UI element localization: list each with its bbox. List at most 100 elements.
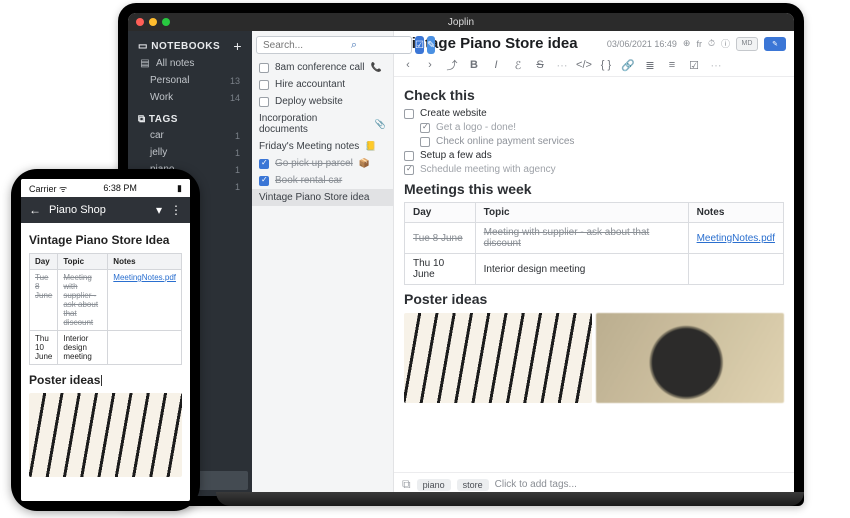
todo-checkbox[interactable] bbox=[259, 97, 269, 107]
globe-icon[interactable]: ⊕ bbox=[683, 38, 691, 49]
table-row: Thu10JuneInterior design meeting bbox=[30, 331, 182, 365]
strike-button[interactable]: S bbox=[534, 59, 546, 71]
notebook-icon: ▭ NOTEBOOKS bbox=[138, 41, 220, 52]
highlight-button[interactable]: ℰ bbox=[512, 59, 524, 72]
sidebar-tag-jelly[interactable]: jelly1 bbox=[132, 144, 248, 161]
spellcheck-language[interactable]: fr bbox=[696, 39, 702, 49]
checkbox-icon[interactable] bbox=[404, 151, 414, 161]
todo-checkbox[interactable] bbox=[259, 80, 269, 90]
bullet-list-button[interactable]: ≣ bbox=[644, 59, 656, 72]
attachment-link[interactable]: MeetingNotes.pdf bbox=[113, 273, 176, 282]
phone-note-title: Vintage Piano Store Idea bbox=[29, 233, 182, 247]
alarm-icon[interactable]: ⏱ bbox=[708, 38, 715, 49]
attach-button[interactable]: 🔗 bbox=[622, 59, 634, 72]
note-list: 8am conference call📞Hire accountantDeplo… bbox=[252, 59, 393, 206]
task-schedule-meeting[interactable]: Schedule meeting with agency bbox=[404, 164, 784, 175]
tag-icon: ⧉ TAGS bbox=[138, 114, 178, 125]
add-notebook-button[interactable]: + bbox=[233, 39, 242, 53]
add-tags-input[interactable]: Click to add tags... bbox=[495, 479, 577, 490]
cell-day: Tue 8 June bbox=[405, 223, 476, 254]
note-list-item[interactable]: 8am conference call📞 bbox=[252, 59, 393, 76]
back-icon[interactable]: ‹ bbox=[402, 59, 414, 71]
poster-row bbox=[404, 313, 784, 403]
note-item-emoji: 📎 bbox=[375, 119, 386, 130]
status-icons: ▮ bbox=[173, 183, 182, 194]
overflow-menu-icon[interactable]: ⋮ bbox=[170, 203, 182, 217]
phone-poster-image[interactable] bbox=[29, 393, 182, 477]
table-row: Thu 10 JuneInterior design meeting bbox=[405, 254, 784, 285]
sidebar-notebook-work[interactable]: Work 14 bbox=[132, 89, 248, 106]
close-window-button[interactable] bbox=[136, 18, 144, 26]
toolbar-overflow[interactable]: ⋯ bbox=[710, 59, 722, 72]
search-icon[interactable]: ⌕ bbox=[351, 39, 357, 52]
poster-image-piano-keys[interactable] bbox=[404, 313, 592, 403]
forward-icon[interactable]: › bbox=[424, 59, 436, 71]
note-list-item[interactable]: Book rental car bbox=[252, 172, 393, 189]
sidebar-tag-car[interactable]: car1 bbox=[132, 127, 248, 144]
todo-checkbox[interactable] bbox=[259, 159, 269, 169]
maximize-window-button[interactable] bbox=[162, 18, 170, 26]
attachment-link[interactable]: MeetingNotes.pdf bbox=[697, 233, 775, 244]
task-label: Schedule meeting with agency bbox=[420, 164, 556, 175]
note-meta: 03/06/2021 16:49 ⊕ fr ⏱ ⓘ MD ✎ bbox=[607, 37, 786, 51]
new-note-button[interactable]: ✎ bbox=[427, 36, 435, 54]
sidebar-all-notes[interactable]: ▤ All notes bbox=[132, 55, 248, 72]
todo-checkbox[interactable] bbox=[259, 63, 269, 73]
search-input[interactable] bbox=[256, 36, 412, 54]
note-list-item[interactable]: Go pick up parcel📦 bbox=[252, 155, 393, 172]
note-list-item[interactable]: Friday's Meeting notes📒 bbox=[252, 138, 393, 155]
tag-chip-piano[interactable]: piano bbox=[417, 479, 451, 491]
dropdown-icon[interactable]: ▾ bbox=[156, 203, 162, 217]
new-todo-button[interactable]: ☑ bbox=[415, 36, 424, 54]
note-list-item[interactable]: Vintage Piano Store idea bbox=[252, 189, 393, 206]
note-info-icon[interactable]: ⓘ bbox=[721, 37, 730, 50]
sidebar-notebook-personal[interactable]: Personal 13 bbox=[132, 72, 248, 89]
note-list-item[interactable]: Incorporation documents📎 bbox=[252, 110, 393, 138]
task-label: Get a logo - done! bbox=[436, 122, 516, 133]
note-list-item[interactable]: Deploy website bbox=[252, 93, 393, 110]
tag-count: 1 bbox=[235, 148, 240, 158]
todo-checkbox[interactable] bbox=[259, 176, 269, 186]
checkbox-icon[interactable] bbox=[420, 137, 430, 147]
cell-topic: Meeting with supplier - ask about that d… bbox=[58, 270, 108, 331]
phone-note-body[interactable]: Vintage Piano Store Idea Day Topic Notes… bbox=[21, 223, 190, 485]
editor-title-row: Vintage Piano Store idea 03/06/2021 16:4… bbox=[394, 31, 794, 54]
all-notes-label: All notes bbox=[156, 58, 194, 69]
toggle-view-rich[interactable]: ✎ bbox=[764, 37, 786, 51]
note-timestamp: 03/06/2021 16:49 bbox=[607, 39, 677, 49]
task-label: Setup a few ads bbox=[420, 150, 492, 161]
task-setup-ads[interactable]: Setup a few ads bbox=[404, 150, 784, 161]
task-get-logo[interactable]: Get a logo - done! bbox=[420, 122, 784, 133]
external-edit-icon[interactable]: ⤴ bbox=[446, 57, 458, 73]
editor-body[interactable]: Check this Create website Get a logo - d… bbox=[394, 77, 794, 472]
note-list-item[interactable]: Hire accountant bbox=[252, 76, 393, 93]
cell-day: Thu 10 June bbox=[405, 254, 476, 285]
code-inline-button[interactable]: </> bbox=[578, 59, 590, 71]
notebook-title[interactable]: Piano Shop bbox=[49, 204, 106, 216]
task-list: Create website Get a logo - done! Check … bbox=[404, 108, 784, 175]
editor-toolbar: ‹ › ⤴ B I ℰ S ⋯ </> { } 🔗 ≣ ≡ ☑ ⋯ bbox=[394, 54, 794, 77]
checkbox-icon[interactable] bbox=[404, 109, 414, 119]
th-notes: Notes bbox=[688, 203, 783, 223]
phone-frame: Carrier ᯤ 6:38 PM ▮ ← Piano Shop ▾ ⋮ Vin… bbox=[11, 169, 200, 511]
cell-topic: Interior design meeting bbox=[58, 331, 108, 365]
app-title: Joplin bbox=[128, 17, 794, 28]
checkbox-icon[interactable] bbox=[420, 123, 430, 133]
poster-image-turntable[interactable] bbox=[596, 313, 784, 403]
back-icon[interactable]: ← bbox=[29, 203, 41, 217]
task-label: Create website bbox=[420, 108, 487, 119]
checkbox-list-button[interactable]: ☑ bbox=[688, 59, 700, 72]
tag-count: 1 bbox=[235, 182, 240, 192]
minimize-window-button[interactable] bbox=[149, 18, 157, 26]
ordered-list-button[interactable]: ≡ bbox=[666, 59, 678, 71]
task-create-website[interactable]: Create website bbox=[404, 108, 784, 119]
note-item-label: Go pick up parcel bbox=[275, 158, 353, 169]
checkbox-icon[interactable] bbox=[404, 165, 414, 175]
tag-chip-store[interactable]: store bbox=[457, 479, 489, 491]
toggle-view-markdown[interactable]: MD bbox=[736, 37, 758, 51]
italic-button[interactable]: I bbox=[490, 59, 502, 71]
note-item-label: Friday's Meeting notes bbox=[259, 141, 359, 152]
bold-button[interactable]: B bbox=[468, 59, 480, 71]
code-block-button[interactable]: { } bbox=[600, 59, 612, 71]
task-check-payment[interactable]: Check online payment services bbox=[420, 136, 784, 147]
